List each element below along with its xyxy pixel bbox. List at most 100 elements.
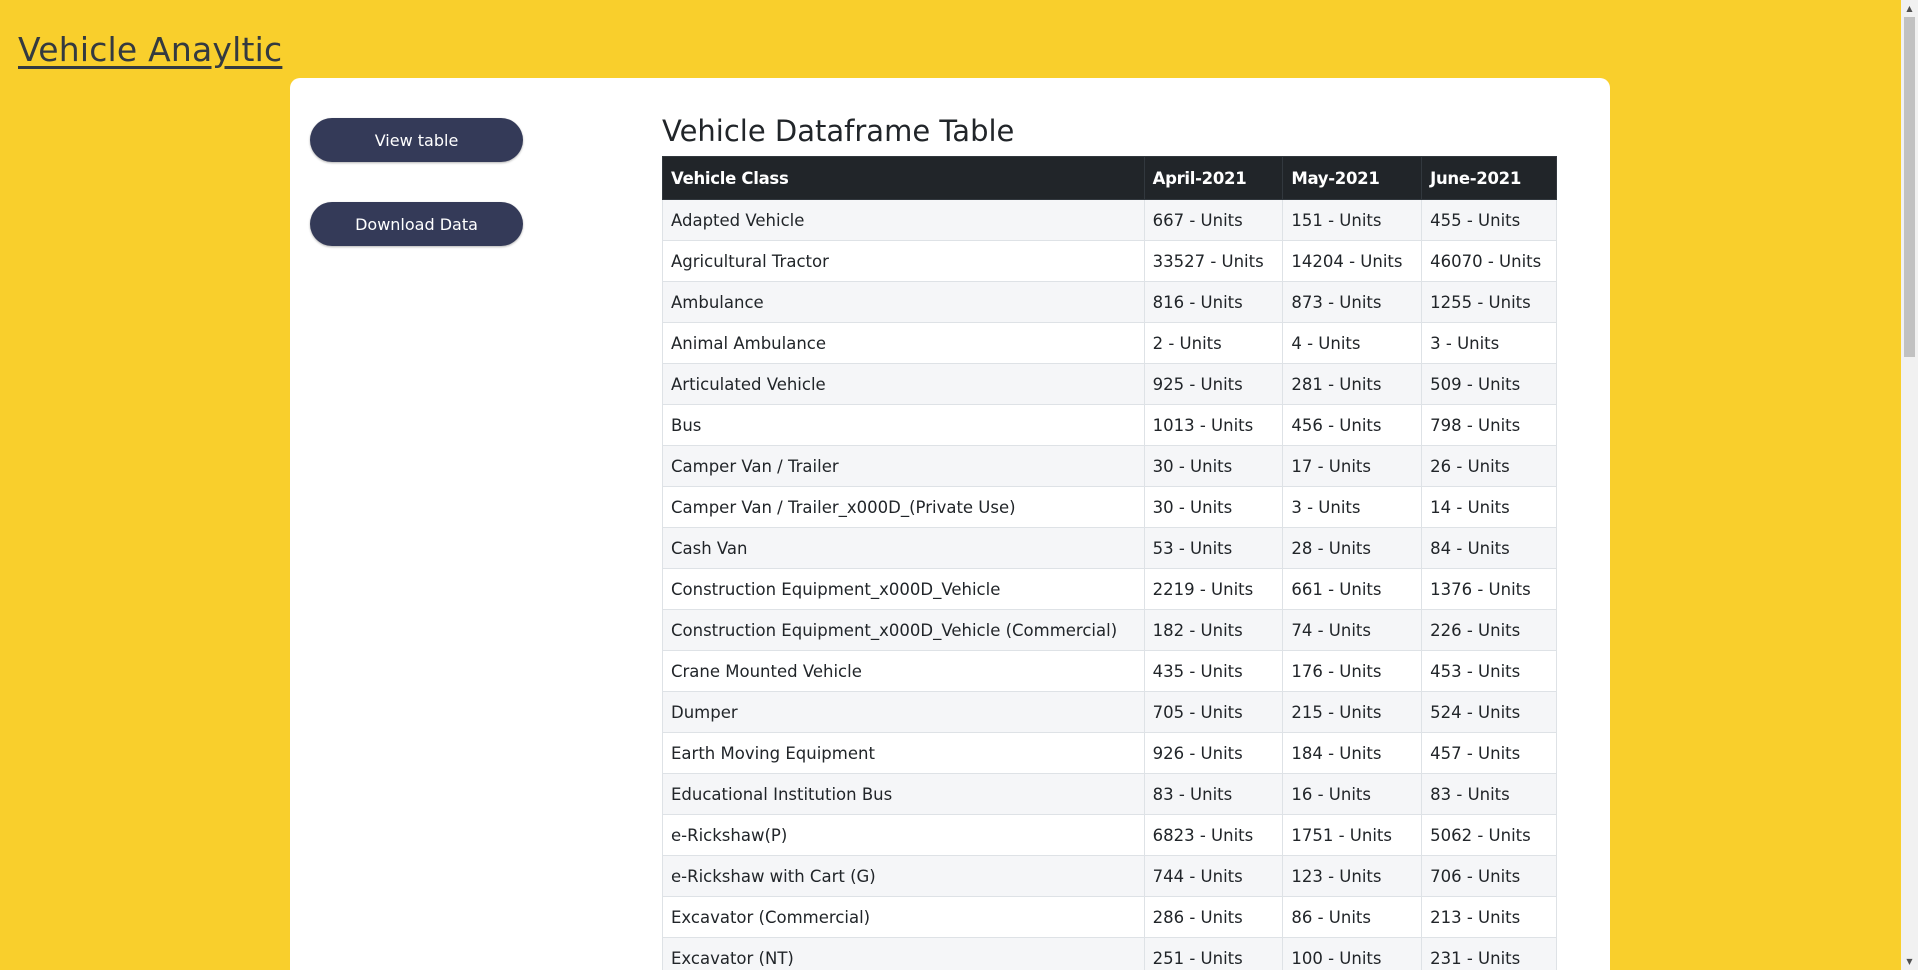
units-cell: 281 - Units [1282,363,1423,405]
column-header: May-2021 [1282,156,1423,200]
units-cell: 74 - Units [1282,609,1423,651]
table-row: Articulated Vehicle 925 - Units 281 - Unit… [662,363,1557,405]
sidebar: View table Download Data [310,118,523,286]
units-cell: 26 - Units [1421,445,1557,487]
units-cell: 925 - Units [1143,363,1284,405]
vehicle-class-cell: Dumper [662,691,1145,733]
units-cell: 14204 - Units [1282,240,1423,282]
units-cell: 286 - Units [1143,896,1284,938]
vehicle-class-cell: Excavator (Commercial) [662,896,1145,938]
table-row: Dumper 705 - Units 215 - Units 524 - Units [662,691,1557,733]
table-row: Educational Institution Bus 83 - Units 16 … [662,773,1557,815]
units-cell: 435 - Units [1143,650,1284,692]
table-row: Construction Equipment_x000D_Vehicle (Co… [662,609,1557,651]
units-cell: 873 - Units [1282,281,1423,323]
table-row: Agricultural Tractor 33527 - Units 14204 -… [662,240,1557,282]
units-cell: 251 - Units [1143,937,1284,970]
units-cell: 46070 - Units [1421,240,1557,282]
vehicle-class-cell: Animal Ambulance [662,322,1145,364]
units-cell: 5062 - Units [1421,814,1557,856]
scroll-down-icon[interactable]: ▼ [1901,953,1918,970]
units-cell: 1751 - Units [1282,814,1423,856]
vehicle-class-cell: Bus [662,404,1145,446]
download-data-button[interactable]: Download Data [310,202,523,246]
table-title: Vehicle Dataframe Table [662,114,1015,148]
vehicle-class-cell: e-Rickshaw(P) [662,814,1145,856]
vehicle-class-cell: Cash Van [662,527,1145,569]
units-cell: 14 - Units [1421,486,1557,528]
units-cell: 3 - Units [1421,322,1557,364]
column-header: Vehicle Class [662,156,1145,200]
vehicle-class-cell: Camper Van / Trailer [662,445,1145,487]
units-cell: 100 - Units [1282,937,1423,970]
column-header: April-2021 [1143,156,1284,200]
units-cell: 705 - Units [1143,691,1284,733]
units-cell: 231 - Units [1421,937,1557,970]
table-body: Adapted Vehicle 667 - Units 151 - Units 455… [662,199,1557,970]
units-cell: 926 - Units [1143,732,1284,774]
table-row: e-Rickshaw with Cart (G) 744 - Units 123 -… [662,855,1557,897]
units-cell: 1013 - Units [1143,404,1284,446]
units-cell: 455 - Units [1421,199,1557,241]
page-scrollbar[interactable]: ▲ ▼ [1901,0,1918,970]
units-cell: 457 - Units [1421,732,1557,774]
units-cell: 123 - Units [1282,855,1423,897]
view-table-button[interactable]: View table [310,118,523,162]
units-cell: 524 - Units [1421,691,1557,733]
table-row: Excavator (Commercial) 286 - Units 86 - Un… [662,896,1557,938]
units-cell: 798 - Units [1421,404,1557,446]
vehicle-class-cell: Articulated Vehicle [662,363,1145,405]
units-cell: 53 - Units [1143,527,1284,569]
units-cell: 17 - Units [1282,445,1423,487]
table-row: Crane Mounted Vehicle 435 - Units 176 - Un… [662,650,1557,692]
vehicle-class-cell: Crane Mounted Vehicle [662,650,1145,692]
units-cell: 706 - Units [1421,855,1557,897]
units-cell: 226 - Units [1421,609,1557,651]
scroll-thumb[interactable] [1904,17,1915,357]
vehicle-class-cell: Educational Institution Bus [662,773,1145,815]
column-header: June-2021 [1421,156,1557,200]
vehicle-class-cell: Earth Moving Equipment [662,732,1145,774]
table-header-row: Vehicle Class April-2021 May-2021 June-2021 [662,156,1557,200]
table-row: Cash Van 53 - Units 28 - Units 84 - Units [662,527,1557,569]
main-card: View table Download Data Vehicle Datafra… [290,78,1610,970]
vehicle-class-cell: Construction Equipment_x000D_Vehicle (Co… [662,609,1145,651]
table-row: Camper Van / Trailer 30 - Units 17 - Units… [662,445,1557,487]
units-cell: 667 - Units [1143,199,1284,241]
vehicle-class-cell: Camper Van / Trailer_x000D_(Private Use) [662,486,1145,528]
table-row: Earth Moving Equipment 926 - Units 184 - U… [662,732,1557,774]
units-cell: 1255 - Units [1421,281,1557,323]
units-cell: 509 - Units [1421,363,1557,405]
units-cell: 83 - Units [1143,773,1284,815]
units-cell: 86 - Units [1282,896,1423,938]
units-cell: 6823 - Units [1143,814,1284,856]
units-cell: 456 - Units [1282,404,1423,446]
vehicle-table: Vehicle Class April-2021 May-2021 June-2021… [662,156,1557,970]
units-cell: 28 - Units [1282,527,1423,569]
units-cell: 176 - Units [1282,650,1423,692]
table-section: Vehicle Dataframe Table Vehicle Class Apr… [662,114,1562,970]
table-header: Vehicle Class April-2021 May-2021 June-2021 [662,156,1557,200]
app-title-link[interactable]: Vehicle Anayltic [18,30,282,69]
units-cell: 744 - Units [1143,855,1284,897]
vehicle-class-cell: Construction Equipment_x000D_Vehicle [662,568,1145,610]
units-cell: 3 - Units [1282,486,1423,528]
units-cell: 16 - Units [1282,773,1423,815]
table-row: Bus 1013 - Units 456 - Units 798 - Units [662,404,1557,446]
table-row: e-Rickshaw(P) 6823 - Units 1751 - Units 506… [662,814,1557,856]
units-cell: 4 - Units [1282,322,1423,364]
units-cell: 213 - Units [1421,896,1557,938]
table-row: Adapted Vehicle 667 - Units 151 - Units 455… [662,199,1557,241]
units-cell: 816 - Units [1143,281,1284,323]
units-cell: 33527 - Units [1143,240,1284,282]
units-cell: 453 - Units [1421,650,1557,692]
table-row: Construction Equipment_x000D_Vehicle 2219… [662,568,1557,610]
units-cell: 661 - Units [1282,568,1423,610]
units-cell: 182 - Units [1143,609,1284,651]
units-cell: 83 - Units [1421,773,1557,815]
vehicle-class-cell: Agricultural Tractor [662,240,1145,282]
table-row: Animal Ambulance 2 - Units 4 - Units 3 - Un… [662,322,1557,364]
units-cell: 2 - Units [1143,322,1284,364]
units-cell: 2219 - Units [1143,568,1284,610]
scroll-up-icon[interactable]: ▲ [1901,0,1918,17]
